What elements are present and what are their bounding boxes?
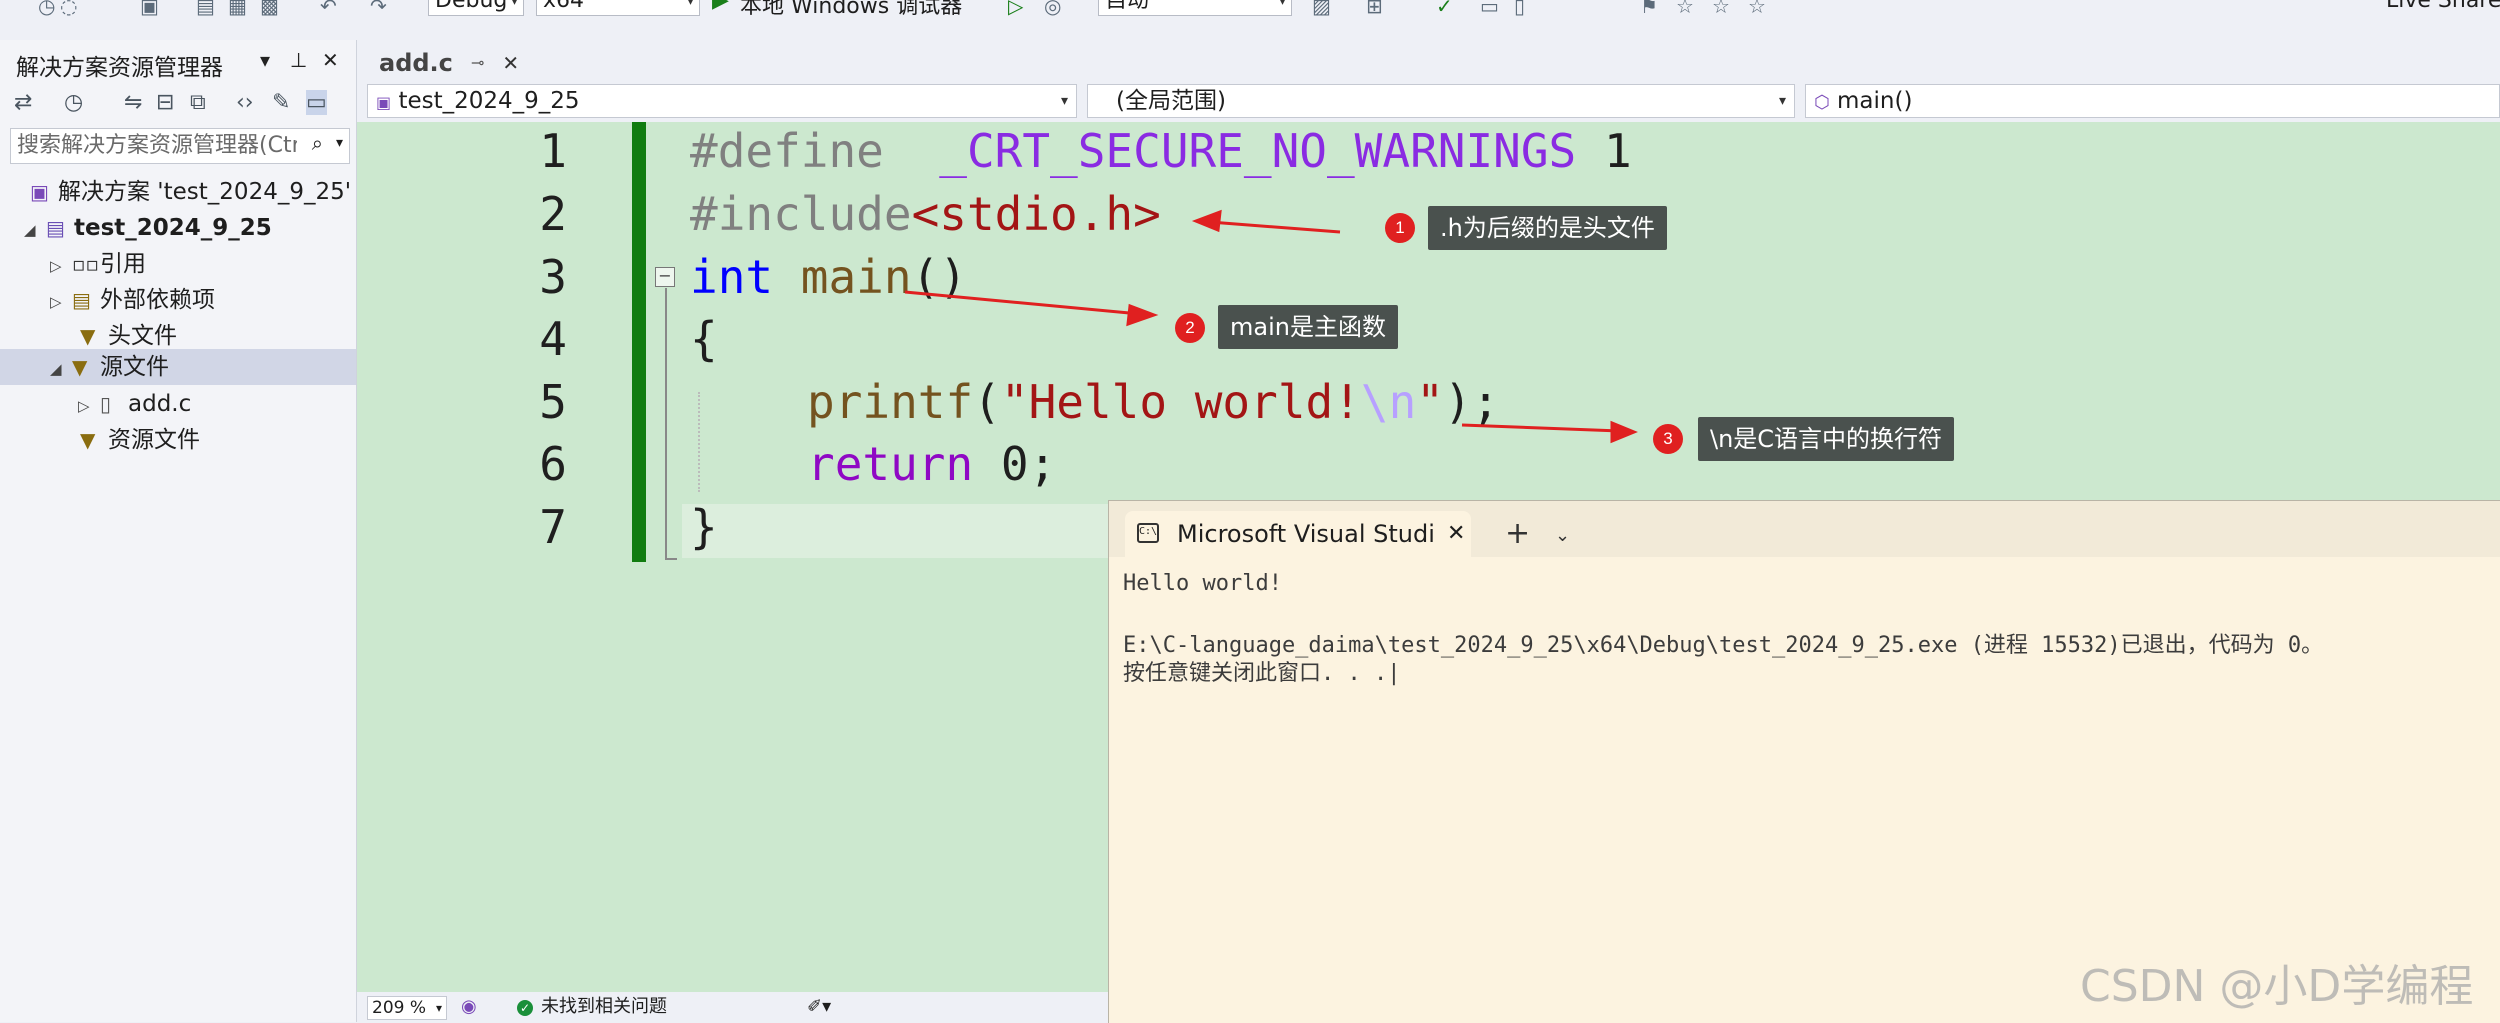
- annotation-label-3: \n是C语言中的换行符: [1698, 417, 1955, 461]
- zoom-value: 209 %: [372, 998, 427, 1018]
- check-icon: ✓: [517, 1000, 533, 1016]
- chevron-down-icon: ▾: [435, 1001, 443, 1015]
- terminal-icon: C:\: [1137, 523, 1159, 543]
- copilot-icon[interactable]: ◉: [461, 992, 477, 1022]
- issues-indicator[interactable]: ✓ 未找到相关问题: [517, 992, 667, 1022]
- annotation-arrowhead-3: [1610, 420, 1638, 444]
- terminal-output-line: Hello world!: [1123, 571, 1282, 596]
- annotation-arrowhead-1: [1191, 209, 1222, 233]
- annotation-arrow-2: [904, 290, 1141, 316]
- new-tab-icon[interactable]: +: [1505, 511, 1530, 557]
- terminal-tab-title: Microsoft Visual Studi: [1177, 520, 1435, 548]
- issues-text: 未找到相关问题: [541, 996, 667, 1017]
- terminal-window[interactable]: C:\ Microsoft Visual Studi ✕ + ⌄ Hello w…: [1108, 500, 2500, 1023]
- watermark: CSDN @小D学编程: [2080, 961, 2474, 1012]
- annotation-badge-3: 3: [1653, 424, 1683, 454]
- terminal-tab-strip: C:\ Microsoft Visual Studi ✕ + ⌄: [1109, 501, 2500, 557]
- annotation-arrow-1: [1209, 220, 1341, 234]
- annotation-label-2: main是主函数: [1218, 305, 1398, 349]
- annotation-badge-1: 1: [1385, 213, 1415, 243]
- terminal-tab[interactable]: C:\ Microsoft Visual Studi ✕: [1125, 511, 1471, 557]
- code-cleanup-icon[interactable]: ✐▾: [807, 992, 831, 1022]
- annotation-badge-2: 2: [1175, 313, 1205, 343]
- annotation-arrowhead-2: [1126, 303, 1159, 327]
- annotation-arrow-3: [1461, 423, 1621, 433]
- close-icon[interactable]: ✕: [1447, 511, 1465, 557]
- zoom-dropdown[interactable]: 209 % ▾: [367, 996, 448, 1020]
- terminal-output-line: 按任意键关闭此窗口. . .|: [1123, 661, 1401, 686]
- annotation-label-1: .h为后缀的是头文件: [1428, 206, 1667, 250]
- chevron-down-icon[interactable]: ⌄: [1555, 513, 1570, 559]
